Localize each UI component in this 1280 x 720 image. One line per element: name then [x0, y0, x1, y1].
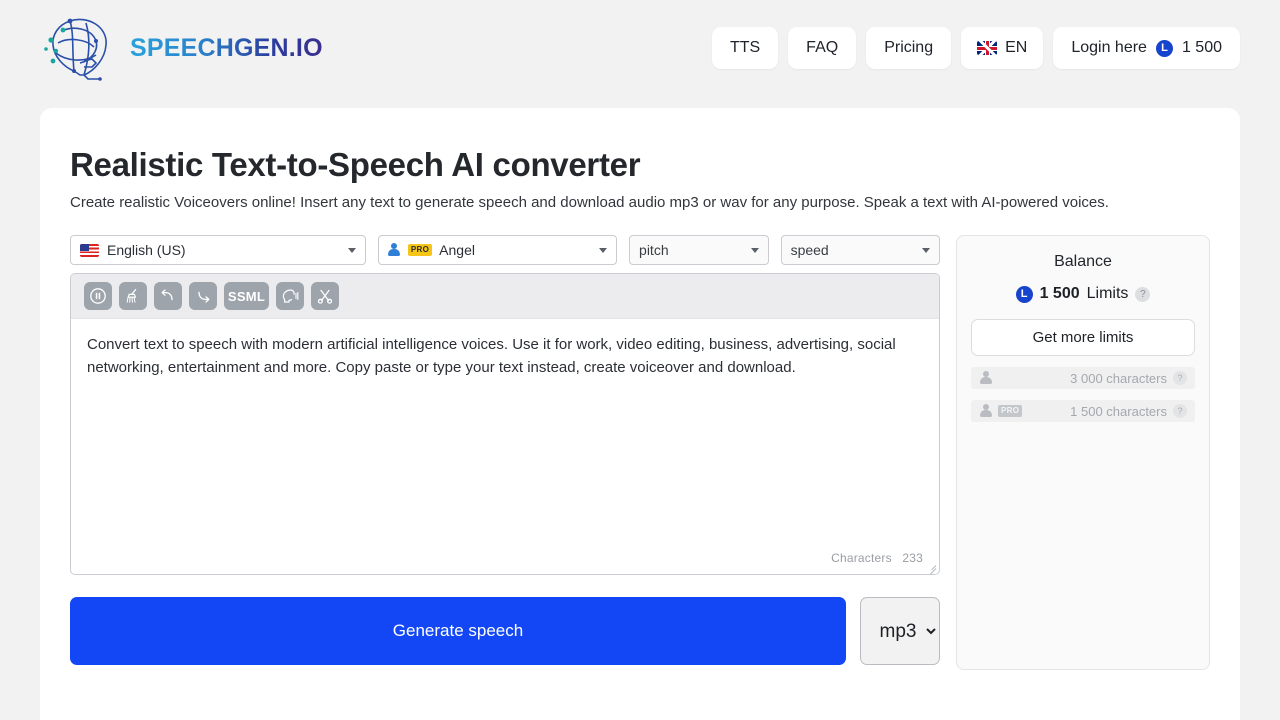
- balance-unit: Limits: [1086, 285, 1129, 302]
- undo-button[interactable]: [154, 282, 182, 310]
- voice-select[interactable]: PRO Angel: [377, 235, 618, 265]
- site-header: SPEECHGEN.IO TTS FAQ Pricing EN Login he…: [0, 0, 1280, 96]
- limit-row-pro: PRO 1 500 characters ?: [971, 400, 1195, 422]
- limits-coin-icon: L: [1155, 39, 1173, 57]
- ssml-button[interactable]: SSML: [224, 282, 269, 310]
- chevron-down-icon: [922, 247, 930, 253]
- text-input-area[interactable]: Convert text to speech with modern artif…: [71, 319, 939, 574]
- main-card: Realistic Text-to-Speech AI converter Cr…: [40, 108, 1240, 720]
- balance-title: Balance: [1054, 253, 1112, 270]
- pro-badge: PRO: [407, 244, 433, 256]
- nav-item-pricing[interactable]: Pricing: [866, 27, 952, 69]
- text-editor: SSML Convert text to speech with modern …: [70, 273, 940, 575]
- nav-item-faq[interactable]: FAQ: [788, 27, 857, 69]
- clear-button[interactable]: [119, 282, 147, 310]
- cut-button[interactable]: [311, 282, 339, 310]
- main-navigation: TTS FAQ Pricing EN Login here L 1 500: [711, 27, 1240, 69]
- page-title: Realistic Text-to-Speech AI converter: [70, 146, 641, 183]
- nav-item-label: FAQ: [806, 39, 839, 56]
- nav-item-label: TTS: [729, 39, 761, 56]
- workspace: English (US) PRO Angel pitch speed SSML …: [70, 235, 1210, 670]
- language-select[interactable]: English (US): [70, 235, 366, 265]
- limits-coin-icon: L: [1015, 285, 1033, 303]
- character-counter-value: 233: [902, 551, 923, 565]
- limit-row-text: 3 000 characters: [1070, 370, 1167, 386]
- head-speaking-icon: [282, 289, 299, 303]
- balance-value-row: L 1 500 Limits ?: [971, 285, 1195, 303]
- chevron-down-icon: [750, 247, 759, 253]
- voice-preview-button[interactable]: [276, 282, 304, 310]
- brand-logo-group[interactable]: SPEECHGEN.IO: [40, 13, 323, 83]
- nav-item-label: Pricing: [884, 39, 934, 56]
- login-limits-amount: 1 500: [1181, 39, 1222, 56]
- editor-toolbar: SSML: [71, 274, 939, 319]
- uk-flag-icon: [977, 41, 998, 55]
- generate-speech-button[interactable]: Generate speech: [70, 597, 846, 665]
- redo-button[interactable]: [189, 282, 217, 310]
- pause-button[interactable]: [84, 282, 112, 310]
- chevron-down-icon: [347, 247, 356, 253]
- audio-format-select[interactable]: mp3: [860, 597, 940, 665]
- help-icon[interactable]: ?: [1173, 371, 1187, 385]
- limit-row-text: 1 500 characters: [1070, 403, 1167, 419]
- undo-arrow-icon: [161, 289, 173, 301]
- voice-controls: English (US) PRO Angel pitch speed: [70, 235, 940, 265]
- nav-item-tts[interactable]: TTS: [711, 27, 779, 69]
- language-label: EN: [1005, 39, 1028, 56]
- pitch-select[interactable]: pitch: [629, 235, 769, 265]
- brand-name: SPEECHGEN.IO: [130, 33, 323, 62]
- broom-icon: [126, 288, 137, 303]
- language-select-value: English (US): [107, 242, 186, 258]
- voice-select-value: Angel: [439, 242, 475, 258]
- help-icon[interactable]: ?: [1173, 404, 1187, 418]
- limit-row-free: 3 000 characters ?: [971, 367, 1195, 389]
- chevron-down-icon: [599, 247, 608, 253]
- us-flag-icon: [80, 243, 99, 257]
- speed-select[interactable]: speed: [780, 235, 940, 265]
- redo-arrow-icon: [198, 291, 210, 303]
- balance-amount: 1 500: [1039, 285, 1080, 302]
- speed-select-value: speed: [790, 242, 829, 258]
- help-icon[interactable]: ?: [1135, 286, 1151, 302]
- pitch-select-value: pitch: [639, 242, 669, 258]
- pro-badge: PRO: [998, 405, 1023, 417]
- generate-row: Generate speech mp3: [70, 597, 940, 665]
- character-counter: Characters 233: [831, 551, 923, 565]
- login-button[interactable]: Login here L 1 500: [1053, 27, 1240, 69]
- page-subtitle: Create realistic Voiceovers online! Inse…: [70, 194, 1109, 211]
- speech-network-head-logo: [44, 18, 107, 81]
- character-counter-label: Characters: [831, 551, 892, 565]
- person-icon: [979, 371, 992, 385]
- person-icon: [388, 243, 401, 257]
- balance-panel: Balance L 1 500 Limits ? Get more limits…: [956, 235, 1210, 670]
- get-more-limits-button[interactable]: Get more limits: [971, 319, 1195, 356]
- ssml-label: SSML: [227, 288, 266, 304]
- person-icon: [979, 404, 992, 418]
- login-label: Login here: [1071, 39, 1147, 56]
- language-switcher[interactable]: EN: [961, 27, 1044, 69]
- textarea-resize-handle[interactable]: [924, 559, 937, 574]
- scissors-icon: [317, 289, 333, 304]
- editor-column: English (US) PRO Angel pitch speed SSML …: [70, 235, 940, 670]
- pause-circle-icon: [90, 288, 106, 304]
